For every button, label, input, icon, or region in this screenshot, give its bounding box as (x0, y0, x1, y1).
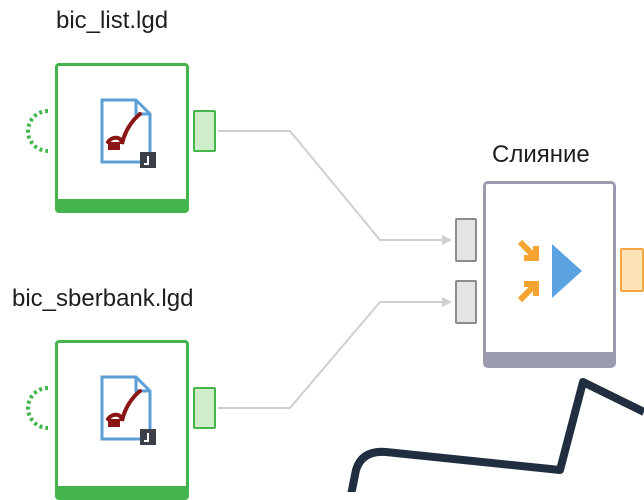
merge-node-input-port-2[interactable] (455, 280, 477, 324)
source-node-1-title: bic_list.lgd (56, 7, 169, 34)
source-node-2[interactable] (55, 340, 189, 500)
source-node-2-title: bic_sberbank.lgd (12, 285, 194, 312)
merge-node-input-port-1[interactable] (455, 218, 477, 262)
merge-node[interactable] (483, 181, 616, 368)
file-transform-icon (100, 375, 156, 445)
input-port-dotted-icon[interactable] (22, 108, 52, 154)
merge-icon (517, 239, 582, 303)
source-node-1-output-port[interactable] (193, 110, 216, 152)
file-transform-icon (100, 98, 156, 168)
source-node-1[interactable] (55, 63, 189, 213)
wire-source2-to-merge[interactable] (218, 297, 452, 409)
input-port-dotted-icon[interactable] (22, 385, 52, 431)
source-node-2-output-port[interactable] (193, 387, 216, 429)
merge-node-output-port[interactable] (620, 248, 644, 292)
merge-node-title: Слияние (492, 141, 590, 168)
wire-source1-to-merge[interactable] (218, 130, 452, 245)
workflow-canvas[interactable]: bic_list.lgd bic_sberbank.lgd Слияние (0, 0, 644, 500)
